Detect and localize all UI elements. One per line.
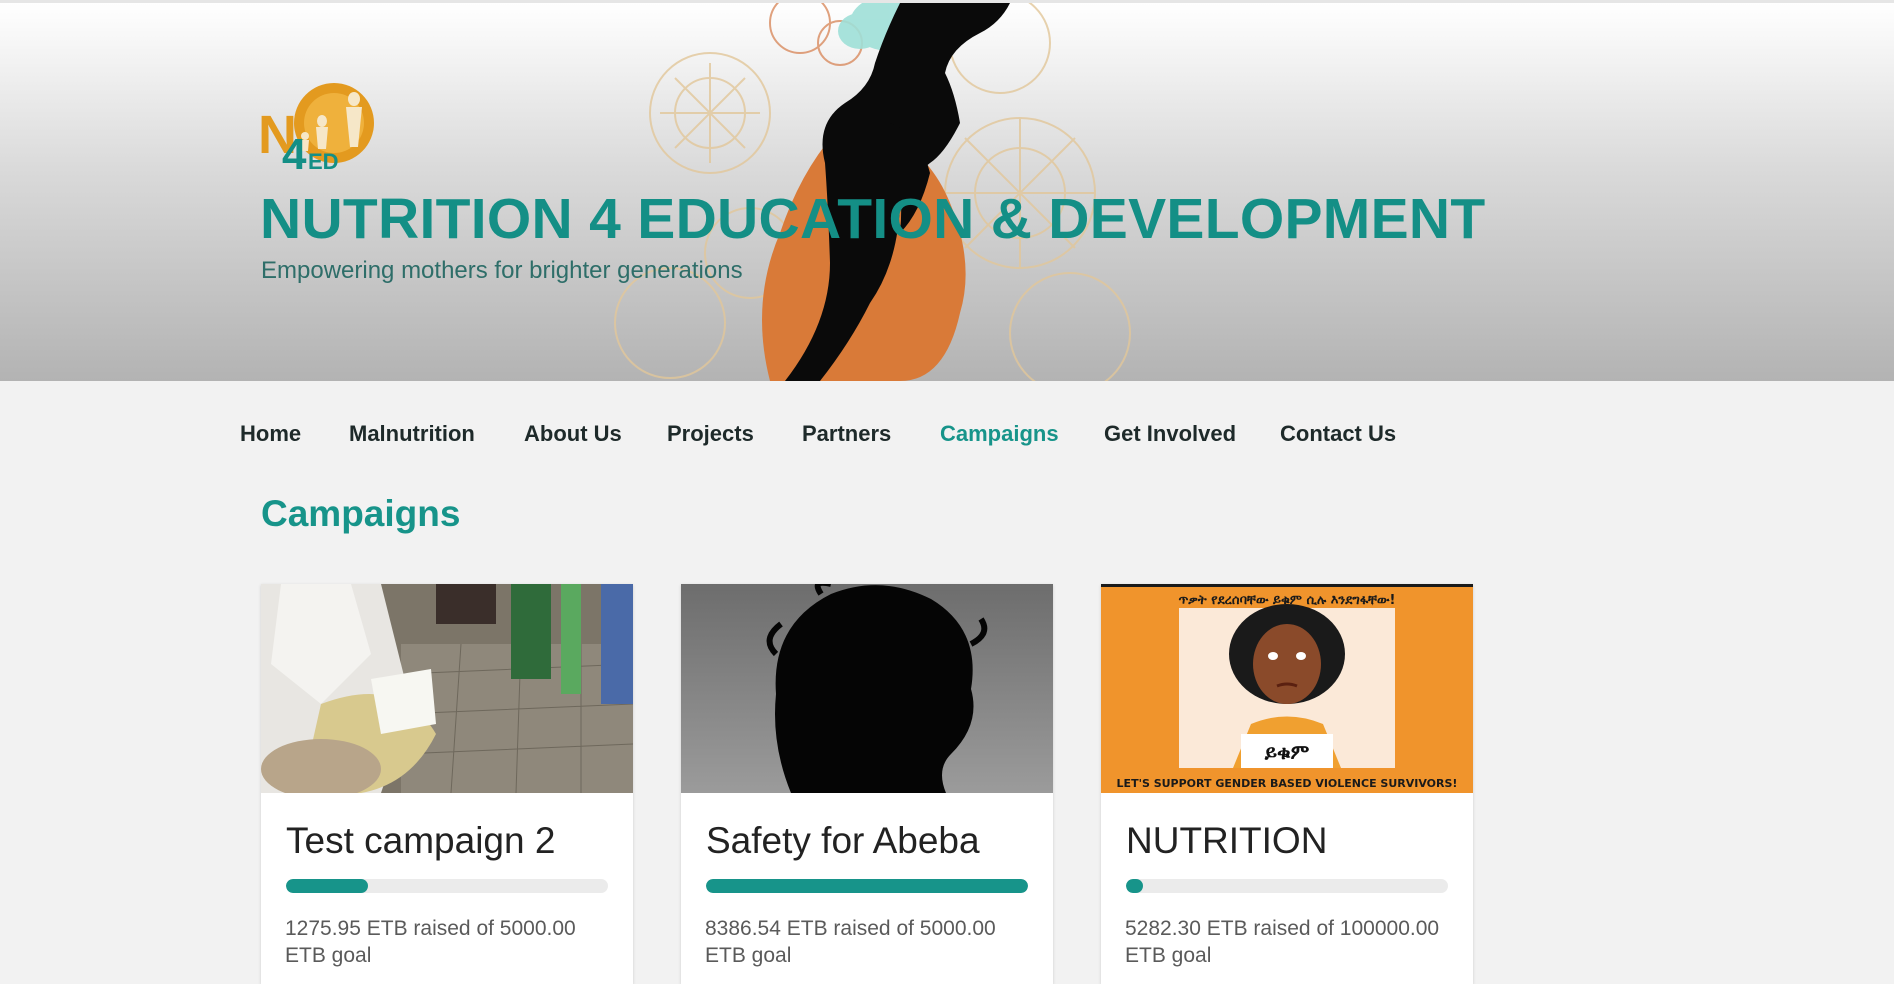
campaign-raised-text: 5282.30 ETB raised of 100000.00 ETB goal xyxy=(1125,917,1440,967)
nav-item-home[interactable]: Home xyxy=(240,421,301,447)
campaign-progress-fill xyxy=(286,879,369,893)
campaign-progress-bar xyxy=(286,879,608,893)
campaign-progress-fill xyxy=(706,879,1028,893)
campaign-image[interactable] xyxy=(681,584,1053,793)
campaign-image[interactable]: ጥቃት የደረሰባቸው ይቁም ሲሉ እንደግፋቸው! ይቁም LET'S SU… xyxy=(1101,584,1473,793)
svg-text:4: 4 xyxy=(282,130,307,176)
nav-item-get-involved[interactable]: Get Involved xyxy=(1104,421,1236,447)
site-header: N 4 ED NUTRITION 4 EDUCATION & DEVELOPME… xyxy=(0,3,1894,381)
svg-text:ED: ED xyxy=(308,149,339,174)
site-tagline: Empowering mothers for brighter generati… xyxy=(261,257,743,284)
nav-item-malnutrition[interactable]: Malnutrition xyxy=(349,421,475,447)
site-title[interactable]: NUTRITION 4 EDUCATION & DEVELOPMENT xyxy=(260,186,1485,252)
nav-item-projects[interactable]: Projects xyxy=(667,421,754,447)
campaign-progress-fill xyxy=(1126,879,1144,893)
campaign-progress-bar xyxy=(1126,879,1448,893)
campaign-image[interactable] xyxy=(261,584,633,793)
campaign-title[interactable]: Test campaign 2 xyxy=(286,820,555,862)
campaign-progress-bar xyxy=(706,879,1028,893)
page-title: Campaigns xyxy=(261,493,461,534)
nav-item-partners[interactable]: Partners xyxy=(802,421,891,447)
poster-sign-text: ይቁም xyxy=(1264,740,1310,764)
campaign-title[interactable]: Safety for Abeba xyxy=(706,820,980,862)
campaign-card[interactable]: Safety for Abeba 8386.54 ETB raised of 5… xyxy=(681,584,1053,984)
campaign-card[interactable]: ጥቃት የደረሰባቸው ይቁም ሲሉ እንደግፋቸው! ይቁም LET'S SU… xyxy=(1101,584,1473,984)
nav-item-contact-us[interactable]: Contact Us xyxy=(1280,421,1396,447)
campaign-raised-text: 1275.95 ETB raised of 5000.00 ETB goal xyxy=(285,917,576,967)
nav-item-campaigns[interactable]: Campaigns xyxy=(940,421,1059,447)
campaign-title[interactable]: NUTRITION xyxy=(1126,820,1327,862)
campaign-raised-text: 8386.54 ETB raised of 5000.00 ETB goal xyxy=(705,917,996,967)
nav-item-about-us[interactable]: About Us xyxy=(524,421,622,447)
poster-footer-text: LET'S SUPPORT GENDER BASED VIOLENCE SURV… xyxy=(1117,777,1458,790)
site-logo[interactable]: N 4 ED xyxy=(258,81,383,176)
campaign-card[interactable]: Test campaign 2 1275.95 ETB raised of 50… xyxy=(261,584,633,984)
